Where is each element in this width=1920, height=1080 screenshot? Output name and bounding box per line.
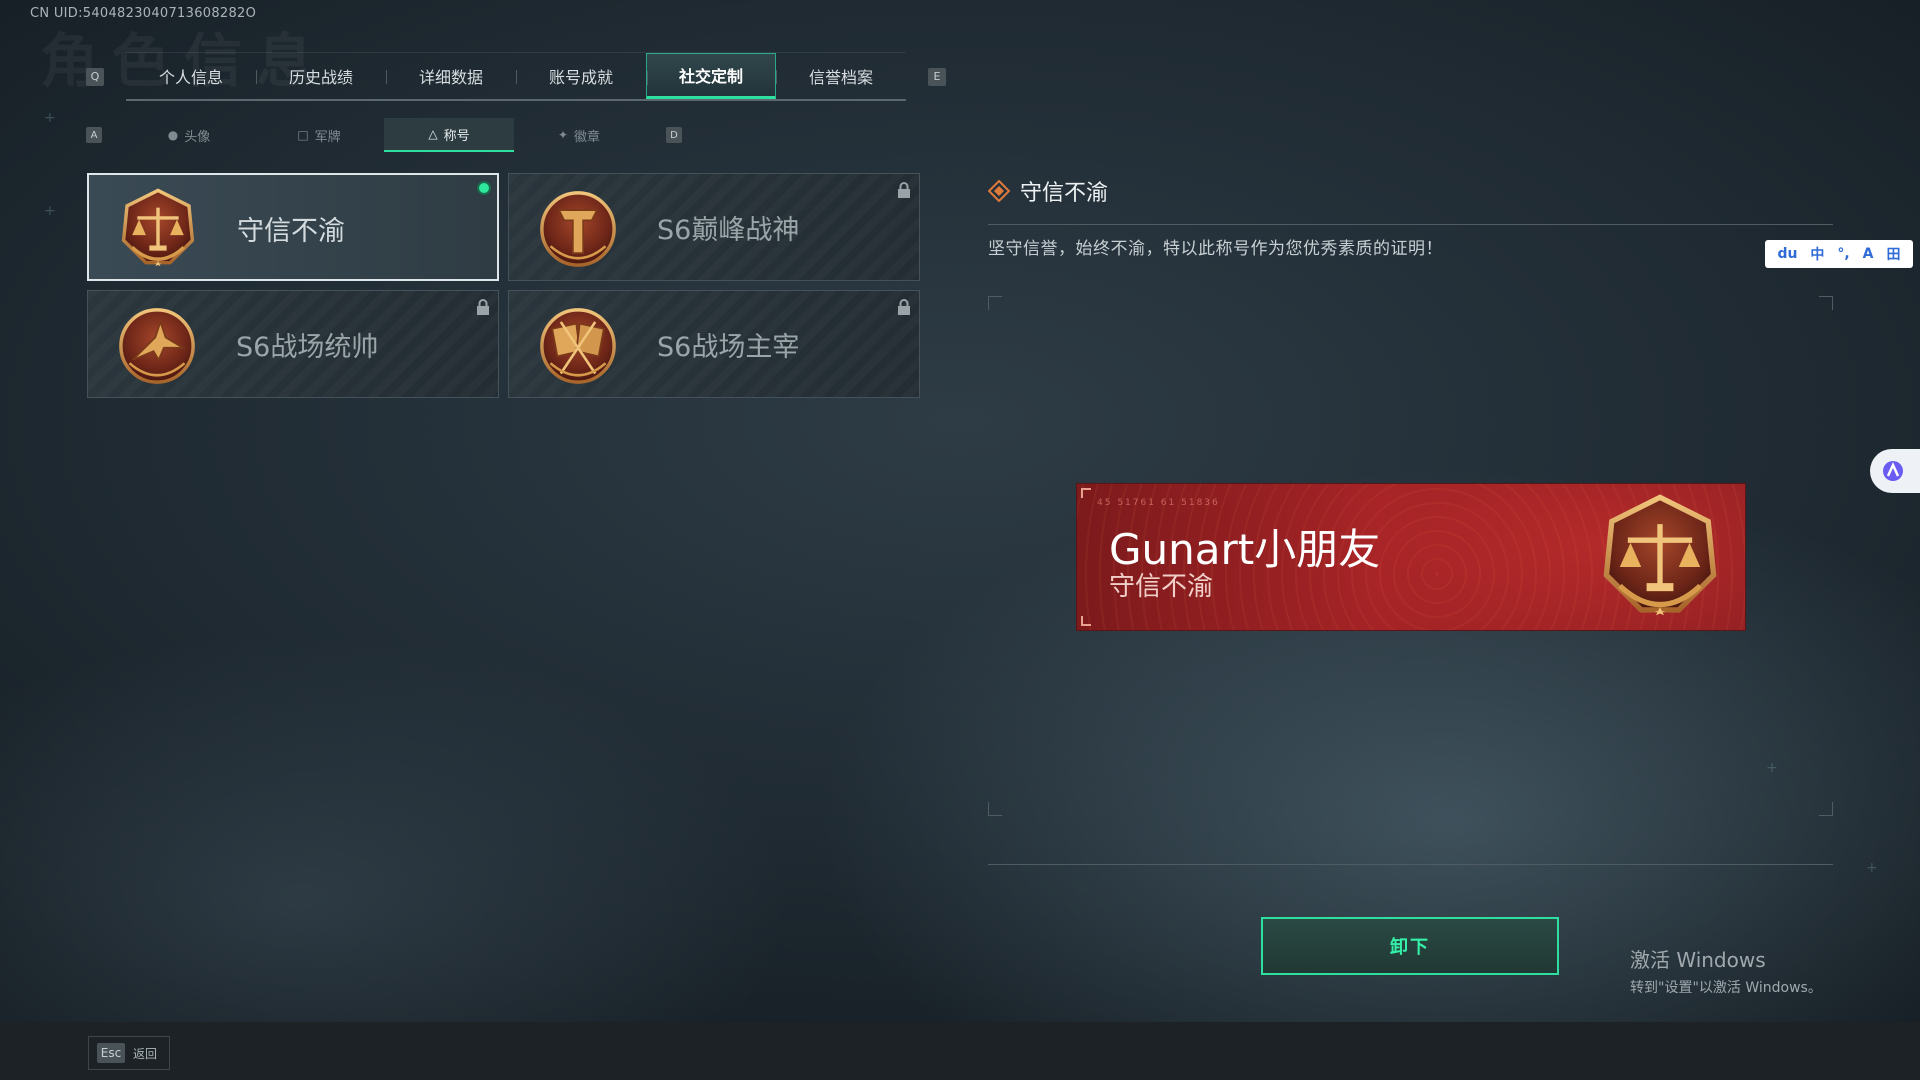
tab-credit-record[interactable]: 信誉档案 [776, 53, 906, 99]
tab-match-history[interactable]: 历史战绩 [256, 53, 386, 99]
tab-social-custom[interactable]: 社交定制 [646, 53, 776, 99]
windows-activation-watermark: 激活 Windows 转到"设置"以激活 Windows。 [1630, 944, 1822, 997]
back-label: 返回 [133, 1046, 158, 1061]
detail-title: 守信不渝 [1020, 181, 1109, 206]
tab-detailed-stats[interactable]: 详细数据 [386, 53, 516, 99]
ime-logo-icon[interactable]: du [1777, 246, 1797, 262]
deco-plus: + [1866, 860, 1878, 876]
watermark-line2: 转到"设置"以激活 Windows。 [1630, 980, 1822, 996]
scales-medal-icon [121, 188, 195, 267]
ime-toolbar: du 中 °, A 田 [1765, 240, 1913, 268]
detail-header: 守信不渝 [988, 175, 1108, 207]
back-button[interactable]: Esc 返回 [88, 1036, 170, 1070]
title-card-s6-commander[interactable]: S6战场统帅 [87, 290, 499, 398]
banner-bracket [1081, 488, 1091, 498]
jet-medal-icon [119, 308, 195, 384]
banner-code: 45 51761 61 51836 [1097, 498, 1220, 508]
ime-assistant-icon[interactable]: A [1863, 246, 1874, 262]
title-preview-banner: 45 51761 61 51836 Gunart小朋友 守信不渝 [1076, 483, 1746, 631]
frame-corner [988, 802, 1002, 816]
title-card-label: S6巅峰战神 [657, 215, 800, 246]
detail-description: 坚守信誉，始终不渝，特以此称号作为您优秀素质的证明！ [988, 239, 1443, 259]
subtab-label: 称号 [443, 128, 470, 144]
subtab-label: 徽章 [574, 129, 601, 145]
divider [988, 864, 1833, 865]
deco-plus: + [1766, 760, 1778, 776]
title-card-label: S6战场主宰 [657, 332, 800, 363]
flags-medal-icon [540, 308, 616, 384]
unequip-button[interactable]: 卸下 [1261, 917, 1559, 975]
scales-medal-icon [1603, 494, 1717, 616]
subtab-avatar[interactable]: ● 头像 [124, 118, 254, 152]
shield-t-medal-icon [540, 191, 616, 267]
esc-key: Esc [97, 1043, 125, 1063]
lock-icon [477, 299, 489, 315]
footer-bar [0, 1022, 1920, 1080]
title-card-shouxin[interactable]: 守信不渝 [87, 173, 499, 281]
prev-tab-key[interactable]: Q [86, 67, 104, 86]
dogtag-icon: □ [297, 128, 309, 142]
assistant-icon [1883, 461, 1903, 481]
lock-icon [898, 182, 910, 198]
frame-corner [988, 296, 1002, 310]
subtab-dogtag[interactable]: □ 军牌 [254, 118, 384, 152]
title-card-s6-peak[interactable]: S6巅峰战神 [508, 173, 920, 281]
diamond-icon [988, 180, 1010, 202]
subtab-emblem[interactable]: ✦ 徽章 [514, 118, 644, 152]
watermark-line1: 激活 Windows [1630, 948, 1766, 972]
title-icon: △ [428, 127, 438, 141]
divider [988, 224, 1833, 225]
side-assistant-button[interactable] [1870, 449, 1920, 493]
frame-corner [1819, 802, 1833, 816]
tab-personal-info[interactable]: 个人信息 [126, 53, 256, 99]
ime-language-toggle[interactable]: 中 [1810, 244, 1824, 264]
subtab-label: 头像 [184, 129, 211, 145]
title-card-label: S6战场统帅 [236, 332, 379, 363]
next-tab-key[interactable]: E [928, 67, 946, 86]
ime-punctuation-toggle[interactable]: °, [1837, 246, 1849, 262]
frame-corner [1819, 296, 1833, 310]
next-subtab-key[interactable]: D [666, 127, 682, 143]
player-uid: CN UID:5404823040713608282O [30, 6, 257, 21]
sub-tab-bar: A ● 头像 □ 军牌 △ 称号 ✦ 徽章 D [86, 118, 682, 152]
deco-plus: + [44, 203, 56, 219]
equipped-indicator [477, 181, 491, 195]
subtab-title[interactable]: △ 称号 [384, 118, 514, 152]
title-card-label: 守信不渝 [237, 216, 345, 247]
main-tab-bar: Q 个人信息 历史战绩 详细数据 账号成就 社交定制 信誉档案 E [86, 52, 946, 101]
subtab-label: 军牌 [314, 129, 341, 145]
deco-plus: + [44, 110, 56, 126]
banner-bracket [1081, 616, 1091, 626]
emblem-icon: ✦ [557, 128, 569, 142]
title-card-s6-dominator[interactable]: S6战场主宰 [508, 290, 920, 398]
ime-menu-icon[interactable]: 田 [1886, 244, 1900, 264]
prev-subtab-key[interactable]: A [86, 127, 102, 143]
preview-title: 守信不渝 [1109, 572, 1214, 602]
tab-achievements[interactable]: 账号成就 [516, 53, 646, 99]
person-icon: ● [167, 128, 179, 142]
lock-icon [898, 299, 910, 315]
